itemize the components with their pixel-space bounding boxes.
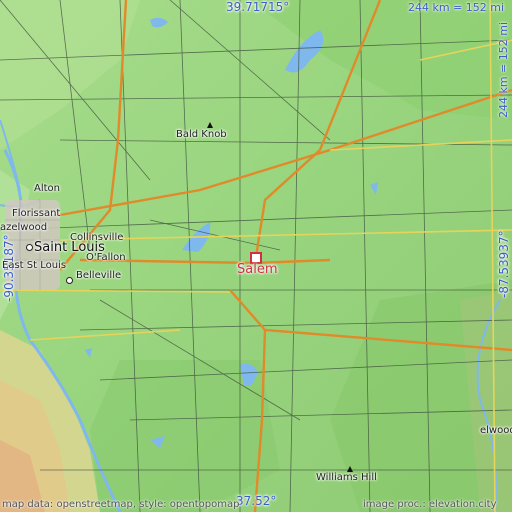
place-alton: Alton xyxy=(34,183,60,194)
city-dot-belleville xyxy=(66,277,73,284)
attribution-left: map data: openstreetmap, style: opentopo… xyxy=(2,499,240,510)
place-elwood: elwood xyxy=(480,425,512,436)
city-dot-saint-louis xyxy=(26,244,33,251)
place-ofallon: O'Fallon xyxy=(86,252,126,263)
place-east-st-louis: East St Louis xyxy=(2,260,67,271)
map-view[interactable]: 39.71715° 37.52° -90.35187° -87.53937° 2… xyxy=(0,0,512,512)
top-latitude-label: 39.71715° xyxy=(226,0,290,14)
bottom-latitude-label: 37.52° xyxy=(236,494,277,508)
place-florissant: Florissant xyxy=(12,208,61,219)
scale-right: 244 km = 152 mi xyxy=(497,21,510,118)
place-williams-hill: Williams Hill xyxy=(316,472,377,483)
peak-icon xyxy=(207,122,213,128)
city-label[interactable]: Salem xyxy=(237,262,278,277)
place-bald-knob: Bald Knob xyxy=(176,129,227,140)
place-hazelwood: azelwood xyxy=(0,222,48,233)
scale-top: 244 km = 152 mi xyxy=(408,1,505,14)
attribution-right: image proc.: elevation.city xyxy=(363,499,497,510)
right-longitude-label: -87.53937° xyxy=(497,230,511,298)
place-belleville: Belleville xyxy=(76,270,122,281)
